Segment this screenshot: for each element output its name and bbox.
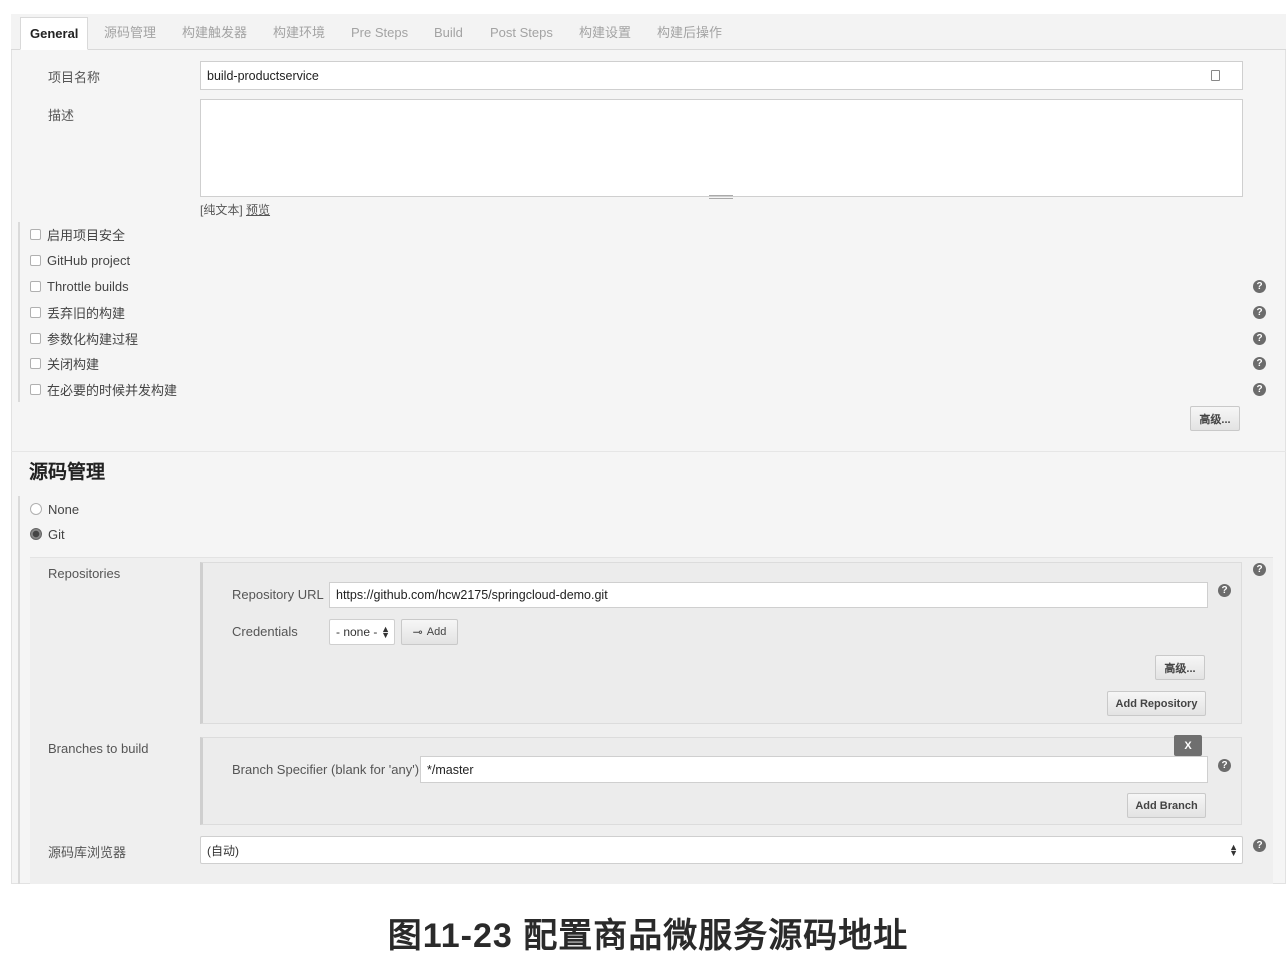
add-repository-button[interactable]: Add Repository [1107,691,1206,716]
input-menu-icon[interactable] [1211,70,1220,81]
scm-section-title: 源码管理 [29,462,106,483]
branch-specifier-label: Branch Specifier (blank for 'any') [232,762,420,777]
repository-browser-label: 源码库浏览器 [48,845,127,860]
radio-button[interactable] [30,503,42,515]
help-icon[interactable]: ? [1253,280,1266,293]
delete-branch-button[interactable]: X [1174,735,1202,756]
resize-handle-icon[interactable] [709,195,733,199]
tab-build[interactable]: Build [434,17,463,50]
option-label: 关闭构建 [47,356,100,372]
general-options-bar [18,222,20,402]
description-label: 描述 [48,108,75,123]
tab-post-build-actions[interactable]: 构建后操作 [657,17,722,50]
option-label: 在必要的时候并发构建 [47,382,178,398]
option-github-project[interactable]: GitHub project [30,251,130,269]
option-label: GitHub project [47,252,131,268]
tab-general[interactable]: General [20,17,89,50]
credentials-value: - none - [336,625,378,639]
tab-build-env[interactable]: 构建环境 [273,17,325,50]
project-name-label: 项目名称 [48,70,101,85]
add-button-label: Add [426,626,447,638]
repository-url-input[interactable]: https://github.com/hcw2175/springcloud-d… [329,582,1208,608]
option-enable-security[interactable]: 启用项目安全 [30,225,125,243]
checkbox[interactable] [30,254,41,266]
option-label: 丢弃旧的构建 [47,305,126,321]
option-disable-build[interactable]: 关闭构建 [30,354,99,372]
help-icon[interactable]: ? [1218,759,1231,772]
tab-post-steps[interactable]: Post Steps [490,17,553,50]
checkbox[interactable] [30,306,41,318]
help-icon[interactable]: ? [1218,584,1231,597]
repositories-label: Repositories [48,566,121,581]
branches-label: Branches to build [48,741,149,756]
radio-button[interactable] [30,528,42,540]
general-advanced-button[interactable]: 高级... [1190,406,1240,431]
add-credentials-button[interactable]: ⊸ Add [401,619,458,645]
scm-option-git[interactable]: Git [30,525,65,543]
help-icon[interactable]: ? [1253,306,1266,319]
help-icon[interactable]: ? [1253,383,1266,396]
checkbox[interactable] [30,383,41,395]
select-arrows-icon: ▲ ▼ [1229,842,1238,858]
help-icon[interactable]: ? [1253,563,1266,576]
help-icon[interactable]: ? [1253,357,1266,370]
select-arrows-icon: ▲ ▼ [381,624,390,640]
checkbox[interactable] [30,357,41,369]
help-icon[interactable]: ? [1253,839,1266,852]
option-label: 参数化构建过程 [47,331,139,347]
credentials-select[interactable]: - none - ▲ ▼ [329,619,395,645]
checkbox[interactable] [30,332,41,344]
credentials-label: Credentials [232,624,298,639]
checkbox[interactable] [30,228,41,240]
tab-build-settings[interactable]: 构建设置 [579,17,631,50]
add-branch-button[interactable]: Add Branch [1127,793,1206,818]
plain-text-label: [纯文本] [200,203,243,217]
figure-caption: 图11-23 配置商品微服务源码地址 [387,917,909,955]
project-name-input[interactable]: build-productservice [200,61,1243,90]
repository-advanced-button[interactable]: 高级... [1155,655,1205,680]
tab-bar: General 源码管理 构建触发器 构建环境 Pre Steps Build … [11,14,1286,50]
option-label: Throttle builds [47,278,129,294]
section-divider [11,451,1286,452]
description-textarea[interactable] [200,99,1243,199]
option-concurrent-builds[interactable]: 在必要的时候并发构建 [30,380,177,398]
key-icon: ⊸ [412,625,423,639]
scm-option-none[interactable]: None [30,500,79,518]
option-discard-old-builds[interactable]: 丢弃旧的构建 [30,303,125,321]
radio-label: Git [48,526,65,542]
option-parameterized[interactable]: 参数化构建过程 [30,329,138,347]
branch-specifier-input[interactable]: */master [420,756,1208,783]
project-name-value: build-productservice [207,68,319,83]
help-icon[interactable]: ? [1253,332,1266,345]
tab-pre-steps[interactable]: Pre Steps [351,17,408,50]
option-label: 启用项目安全 [47,227,126,243]
checkbox[interactable] [30,280,41,292]
repository-url-label: Repository URL [232,587,324,602]
scm-options-bar [18,496,20,884]
format-hint: [纯文本] 预览 [200,201,270,218]
tab-scm[interactable]: 源码管理 [104,17,156,50]
option-throttle-builds[interactable]: Throttle builds [30,277,129,295]
repository-browser-value: (自动) [207,843,239,858]
repository-browser-select[interactable]: (自动) ▲ ▼ [200,836,1243,864]
radio-label: None [48,501,80,517]
preview-link[interactable]: 预览 [246,203,270,217]
tab-build-triggers[interactable]: 构建触发器 [182,17,247,50]
